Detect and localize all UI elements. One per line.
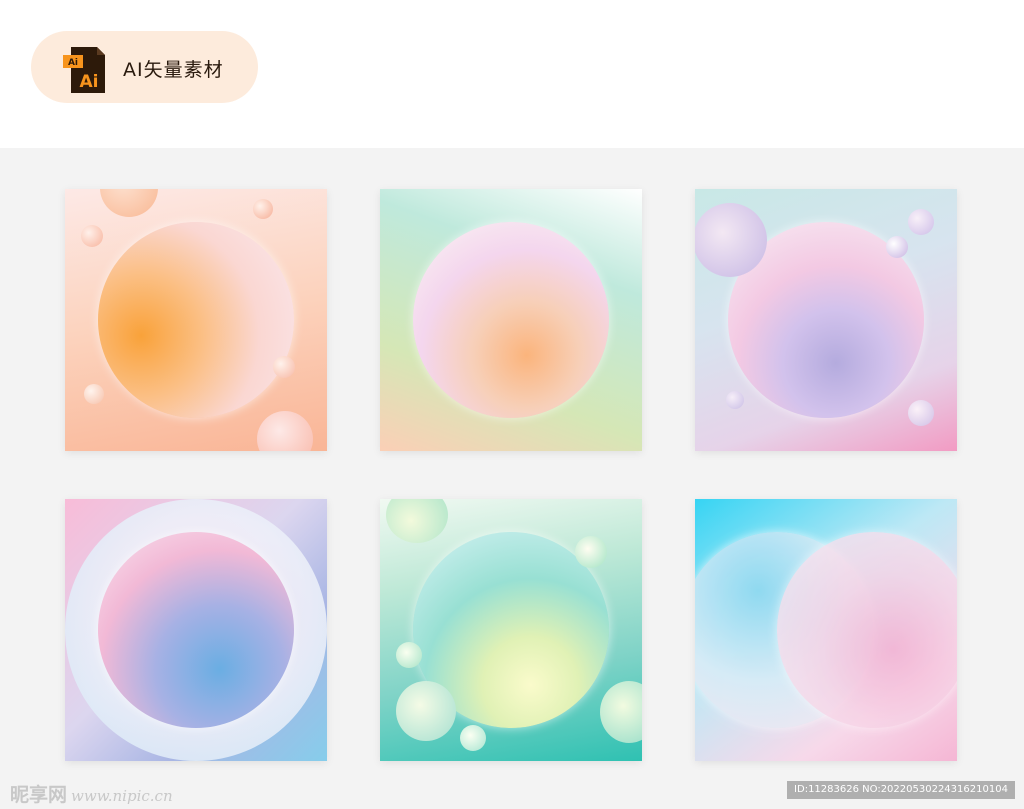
orb [84,384,104,404]
badge-label: AI矢量素材 [123,59,224,81]
orb [386,499,448,543]
orb [100,189,158,217]
thumbnail-2[interactable] [380,189,642,451]
thumbnail-1[interactable] [65,189,327,451]
orb [777,532,957,728]
image-id-label: ID:11283626 NO:20220530224316210104 [787,781,1015,799]
orb [886,236,908,258]
category-badge: Ai Ai AI矢量素材 [31,31,258,103]
thumbnail-4[interactable] [65,499,327,761]
ai-file-icon: Ai Ai [63,47,105,93]
orb [98,222,294,418]
orb [98,532,294,728]
orb [908,209,934,235]
orb [81,225,103,247]
thumbnail-3[interactable] [695,189,957,451]
orb [460,725,486,751]
orb [600,681,642,743]
header: Ai Ai AI矢量素材 [0,0,1024,148]
thumbnail-6[interactable] [695,499,957,761]
ai-icon-text: Ai [80,72,99,92]
orb [257,411,313,451]
watermark-url: www.nipic.cn [71,787,173,805]
orb [396,642,422,668]
orb [695,203,767,277]
orb [908,400,934,426]
orb [273,356,295,378]
orb [413,222,609,418]
ai-icon-small-text: Ai [68,58,78,68]
watermark-logo: 昵享网 www.nipic.cn [10,780,173,807]
orb [253,199,273,219]
thumbnail-5[interactable] [380,499,642,761]
gallery [0,148,1024,809]
watermark-logo-text: 昵享网 [10,784,68,806]
orb [726,391,744,409]
orb [396,681,456,741]
orb [575,536,607,568]
